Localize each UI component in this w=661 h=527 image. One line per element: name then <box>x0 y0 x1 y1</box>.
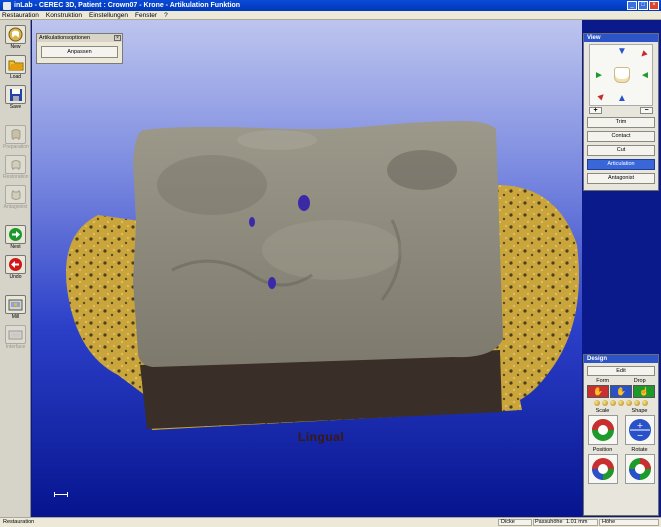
undo-button[interactable]: Undo <box>3 255 28 281</box>
scale-wheel-icon[interactable] <box>587 415 618 445</box>
status-text: Restauration <box>3 519 35 525</box>
folder-icon <box>5 55 26 74</box>
load-button[interactable]: Load <box>3 55 28 81</box>
dialog-close-icon[interactable]: × <box>114 35 121 41</box>
transform-tools-row-1: Scale Shape + − <box>584 408 658 445</box>
rotate-tool[interactable]: Rotate <box>623 447 656 484</box>
contact-button[interactable]: Contact <box>587 131 655 142</box>
tooth-view-icon <box>614 67 630 83</box>
brush-size-5-icon[interactable] <box>626 400 632 406</box>
antagonist-icon <box>5 185 26 204</box>
view-left-arrow-icon[interactable]: ► <box>594 71 604 81</box>
title-bar: inLab - CEREC 3D, Patient : Crown07 - Kr… <box>0 0 661 11</box>
view-back-right-arrow-icon[interactable]: ▼ <box>636 47 651 62</box>
scale-bar <box>54 492 68 497</box>
brush-size-7-icon[interactable] <box>642 400 648 406</box>
menu-einstellungen[interactable]: Einstellungen <box>89 12 128 19</box>
position-tool[interactable]: Position <box>586 447 619 484</box>
adjust-button[interactable]: Anpassen <box>41 46 118 58</box>
brush-size-2-icon[interactable] <box>602 400 608 406</box>
scale-tool[interactable]: Scale <box>586 408 619 445</box>
minimize-icon[interactable]: _ <box>627 1 637 10</box>
window-controls: _ □ × <box>627 1 659 10</box>
view-right-arrow-icon[interactable]: ◄ <box>640 71 650 81</box>
restoration-button[interactable]: Restoration <box>3 155 29 181</box>
mill-icon <box>5 295 26 314</box>
mill-button[interactable]: Mill <box>3 295 28 321</box>
brush-size-1-icon[interactable] <box>594 400 600 406</box>
rotate-wheel-icon[interactable] <box>624 454 655 484</box>
menu-restauration[interactable]: Restauration <box>2 12 39 19</box>
view-panel-title: View <box>584 34 658 42</box>
next-button[interactable]: Next <box>3 225 28 251</box>
cut-button[interactable]: Cut <box>587 145 655 156</box>
status-height-value: 1.01 mm <box>566 519 588 525</box>
status-thickness-label: Dicke <box>501 519 515 525</box>
form-label: Form <box>596 378 610 384</box>
antagonist-view-button[interactable]: Antagonist <box>587 173 655 184</box>
brush-size-6-icon[interactable] <box>634 400 640 406</box>
tool-labels: Form Drop <box>584 378 658 384</box>
brush-size-selector <box>584 400 658 406</box>
preparation-button[interactable]: Preparation <box>3 125 29 151</box>
zoom-in-button[interactable]: + <box>589 107 602 114</box>
shape-wheel-icon[interactable]: + − <box>624 415 655 445</box>
view-orientation-control: ▼ ▲ ► ◄ ▼ ▲ <box>589 44 653 106</box>
zoom-out-button[interactable]: − <box>640 107 653 114</box>
menu-bar: Restauration Konstruktion Einstellungen … <box>0 11 661 20</box>
view-top-arrow-icon[interactable]: ▼ <box>617 47 627 57</box>
form-hand-icon[interactable]: ✋ <box>587 385 609 398</box>
transform-tools-row-2: Position Rotate <box>584 447 658 484</box>
menu-help[interactable]: ? <box>164 12 168 19</box>
interface-button[interactable]: Interface <box>3 325 28 351</box>
drop-label: Drop <box>633 378 646 384</box>
app-icon <box>3 1 11 10</box>
next-arrow-icon <box>5 225 26 244</box>
maximize-icon[interactable]: □ <box>638 1 648 10</box>
status-height-label: Passuhöhe <box>535 519 563 525</box>
view-bottom-arrow-icon[interactable]: ▲ <box>617 94 627 104</box>
position-wheel-icon[interactable] <box>587 454 618 484</box>
undo-arrow-icon <box>5 255 26 274</box>
restoration-icon <box>5 155 26 174</box>
antagonist-button[interactable]: Antagonist <box>3 185 28 211</box>
design-panel: Design Edit Form Drop ✋ ✋ ☝ Scale Shape … <box>583 354 659 516</box>
status-level-label: Höhe <box>602 519 616 525</box>
menu-fenster[interactable]: Fenster <box>135 12 157 19</box>
dialog-title: Artikulationsoptionen <box>39 35 91 41</box>
new-tooth-icon <box>5 25 26 44</box>
smooth-hand-icon[interactable]: ✋ <box>610 385 632 398</box>
dialog-caption: Artikulationsoptionen × <box>37 34 122 42</box>
3d-viewport[interactable]: Lingual <box>32 20 582 517</box>
menu-konstruktion[interactable]: Konstruktion <box>46 12 82 19</box>
drop-hand-icon[interactable]: ☝ <box>633 385 655 398</box>
status-bar: Restauration Dicke Passuhöhe 1.01 mm Höh… <box>0 517 661 527</box>
brush-size-3-icon[interactable] <box>610 400 616 406</box>
orientation-label: Lingual <box>298 430 345 444</box>
application-window: inLab - CEREC 3D, Patient : Crown07 - Kr… <box>0 0 661 527</box>
preparation-icon <box>5 125 26 144</box>
articulation-button[interactable]: Articulation <box>587 159 655 170</box>
close-icon[interactable]: × <box>649 1 659 10</box>
svg-text:−: − <box>636 431 643 440</box>
window-title: inLab - CEREC 3D, Patient : Crown07 - Kr… <box>14 2 241 9</box>
view-panel: View ▼ ▲ ► ◄ ▼ ▲ + − Trim Contact Cut Ar… <box>583 33 659 191</box>
form-tools: ✋ ✋ ☝ <box>584 385 658 398</box>
svg-text:+: + <box>636 421 643 430</box>
trim-button[interactable]: Trim <box>587 117 655 128</box>
save-button[interactable]: Save <box>3 85 28 111</box>
view-front-left-arrow-icon[interactable]: ▲ <box>594 89 609 104</box>
disk-icon <box>5 85 26 104</box>
brush-size-4-icon[interactable] <box>618 400 624 406</box>
edit-button[interactable]: Edit <box>587 366 655 376</box>
design-panel-title: Design <box>584 355 658 363</box>
zoom-controls: + − <box>584 107 658 114</box>
articulation-options-dialog: Artikulationsoptionen × Anpassen <box>36 33 123 64</box>
shape-tool[interactable]: Shape + − <box>623 408 656 445</box>
new-button[interactable]: New <box>3 25 28 51</box>
main-toolbar: New Load Save Preparation Restoration An… <box>0 20 31 517</box>
interface-icon <box>5 325 26 344</box>
